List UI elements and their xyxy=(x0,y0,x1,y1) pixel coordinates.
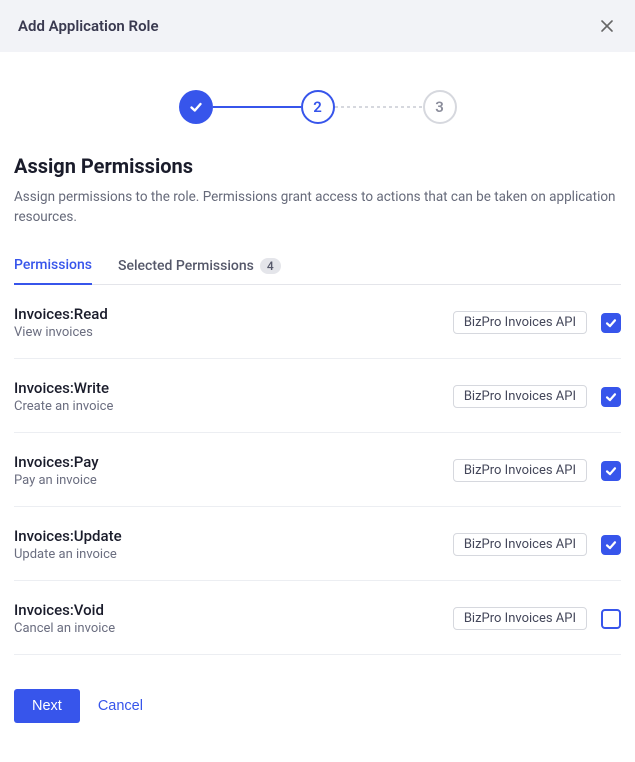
permission-description: Cancel an invoice xyxy=(14,621,115,636)
tab-selected-permissions[interactable]: Selected Permissions 4 xyxy=(118,258,281,284)
section-title: Assign Permissions xyxy=(14,154,621,178)
permission-row: Invoices:Write Create an invoice BizPro In… xyxy=(14,359,621,433)
permission-description: Pay an invoice xyxy=(14,473,99,488)
modal-title: Add Application Role xyxy=(18,17,159,35)
step-connector-1-2 xyxy=(213,106,301,108)
permission-description: Update an invoice xyxy=(14,547,122,562)
step-3-label: 3 xyxy=(435,98,444,116)
api-badge: BizPro Invoices API xyxy=(453,607,587,630)
checkmark-icon xyxy=(604,464,618,478)
permission-right: BizPro Invoices API xyxy=(453,385,621,408)
permission-text: Invoices:Void Cancel an invoice xyxy=(14,601,115,636)
permission-list: Invoices:Read View invoices BizPro Invoice… xyxy=(14,285,621,655)
permission-right: BizPro Invoices API xyxy=(453,533,621,556)
permission-description: View invoices xyxy=(14,325,108,340)
permission-checkbox[interactable] xyxy=(601,609,621,629)
footer: Next Cancel xyxy=(0,655,635,723)
permission-description: Create an invoice xyxy=(14,399,113,414)
permission-right: BizPro Invoices API xyxy=(453,607,621,630)
tabs: Permissions Selected Permissions 4 xyxy=(14,257,621,285)
permission-row: Invoices:Read View invoices BizPro Invoice… xyxy=(14,285,621,359)
permission-text: Invoices:Pay Pay an invoice xyxy=(14,453,99,488)
permission-name: Invoices:Update xyxy=(14,527,122,545)
permission-name: Invoices:Pay xyxy=(14,453,99,471)
permission-name: Invoices:Write xyxy=(14,379,113,397)
tab-selected-label: Selected Permissions xyxy=(118,258,254,274)
tab-permissions[interactable]: Permissions xyxy=(14,257,92,285)
checkmark-icon xyxy=(604,316,618,330)
permission-checkbox[interactable] xyxy=(601,313,621,333)
cancel-button[interactable]: Cancel xyxy=(98,698,143,714)
permission-text: Invoices:Write Create an invoice xyxy=(14,379,113,414)
tab-permissions-label: Permissions xyxy=(14,257,92,273)
permission-row: Invoices:Pay Pay an invoice BizPro Invoice… xyxy=(14,433,621,507)
next-button[interactable]: Next xyxy=(14,689,80,723)
permission-row: Invoices:Void Cancel an invoice BizPro Inv… xyxy=(14,581,621,655)
step-1-done xyxy=(179,90,213,124)
section-description: Assign permissions to the role. Permissi… xyxy=(14,188,621,227)
permission-checkbox[interactable] xyxy=(601,461,621,481)
modal-header: Add Application Role xyxy=(0,0,635,52)
checkmark-icon xyxy=(604,538,618,552)
api-badge: BizPro Invoices API xyxy=(453,459,587,482)
permission-text: Invoices:Read View invoices xyxy=(14,305,108,340)
checkmark-icon xyxy=(188,99,204,115)
close-icon xyxy=(599,18,615,34)
permission-name: Invoices:Read xyxy=(14,305,108,323)
permission-right: BizPro Invoices API xyxy=(453,311,621,334)
api-badge: BizPro Invoices API xyxy=(453,533,587,556)
step-connector-2-3 xyxy=(335,106,423,108)
permission-text: Invoices:Update Update an invoice xyxy=(14,527,122,562)
step-2-label: 2 xyxy=(313,98,322,116)
stepper: 2 3 xyxy=(0,52,635,154)
close-button[interactable] xyxy=(597,16,617,36)
step-2-current: 2 xyxy=(301,90,335,124)
permission-checkbox[interactable] xyxy=(601,387,621,407)
api-badge: BizPro Invoices API xyxy=(453,385,587,408)
step-3-upcoming: 3 xyxy=(423,90,457,124)
checkmark-icon xyxy=(604,390,618,404)
permission-right: BizPro Invoices API xyxy=(453,459,621,482)
permission-row: Invoices:Update Update an invoice BizPro I… xyxy=(14,507,621,581)
api-badge: BizPro Invoices API xyxy=(453,311,587,334)
permission-name: Invoices:Void xyxy=(14,601,115,619)
tab-selected-count-badge: 4 xyxy=(260,258,281,274)
permission-checkbox[interactable] xyxy=(601,535,621,555)
